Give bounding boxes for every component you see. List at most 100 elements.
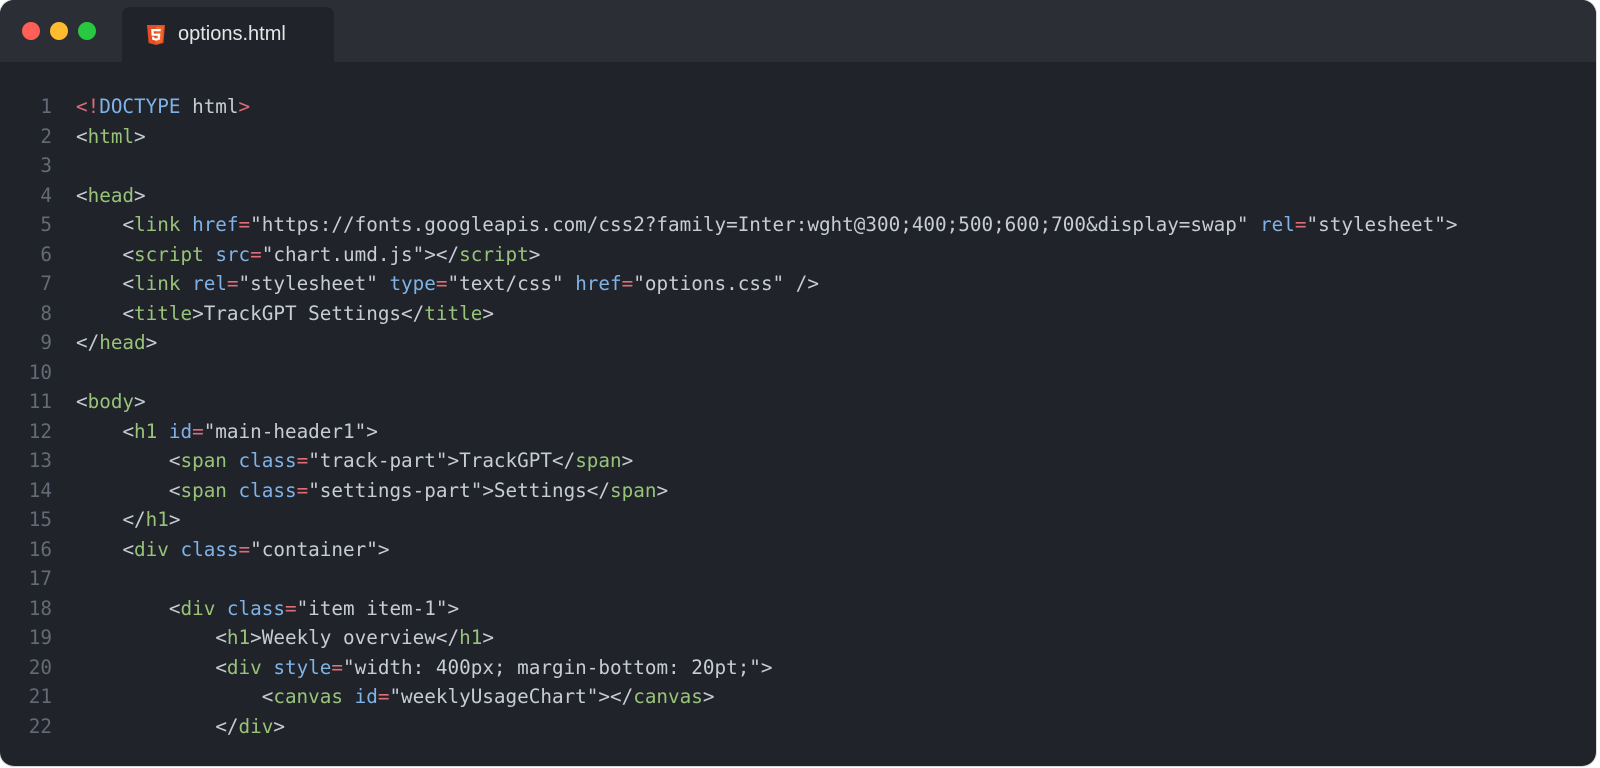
code-line: 17 <box>0 564 1596 594</box>
token-punct: < <box>215 655 227 679</box>
line-number: 11 <box>28 390 52 413</box>
tab-options-html[interactable]: options.html <box>122 7 334 62</box>
token-attr: type <box>389 272 436 295</box>
code-line: 1 <!DOCTYPE html> <box>0 92 1596 122</box>
line-number: 16 <box>28 537 52 561</box>
code-line: 6 <script src="chart.umd.js"></script> <box>0 240 1596 270</box>
token-tag: head <box>87 183 135 207</box>
token-text: Weekly overview <box>261 626 436 649</box>
tab-label: options.html <box>178 23 286 45</box>
token-tag: span <box>575 449 622 472</box>
line-number: 14 <box>28 478 52 502</box>
token-tag: canvas <box>273 685 343 708</box>
token-text: html <box>180 95 239 118</box>
token-punct: > <box>134 390 146 413</box>
token-punct: < <box>168 449 181 472</box>
line-number: 22 <box>28 714 52 738</box>
html5-icon <box>147 24 165 45</box>
token-tag: h1 <box>226 626 251 649</box>
token-punct: > <box>273 714 285 738</box>
token-tag: div <box>134 537 169 561</box>
minimize-button[interactable] <box>50 22 68 40</box>
token-str: "stylesheet" <box>238 272 378 295</box>
code-line: 11 <body> <box>0 387 1596 417</box>
token-eq: = <box>296 478 309 502</box>
token-punct: </ <box>586 478 611 502</box>
token-eq: = <box>238 537 251 561</box>
token-tag: html <box>87 124 135 148</box>
token-str: "track-part" <box>308 449 448 472</box>
token-str: "main-header1" <box>203 419 367 443</box>
token-eq: = <box>192 419 204 443</box>
token-punct: > <box>192 301 204 325</box>
code-text: <span class="track-part">TrackGPT</span> <box>76 446 633 476</box>
token-tag: h1 <box>145 508 169 531</box>
token-str: "settings-part" <box>308 478 483 502</box>
token-str: "item item-1" <box>296 596 448 620</box>
line-number: 2 <box>40 124 52 148</box>
token-attr: class <box>226 596 285 620</box>
token-punct: < <box>122 242 135 266</box>
token-eq: = <box>377 685 390 708</box>
code-text: <canvas id="weeklyUsageChart"></canvas> <box>76 682 715 712</box>
code-line: 19 <h1>Weekly overview</h1> <box>0 623 1596 653</box>
token-eq: = <box>250 242 262 266</box>
maximize-button[interactable] <box>78 22 96 40</box>
code-line: 18 <div class="item item-1"> <box>0 594 1596 624</box>
token-tag: title <box>424 301 483 325</box>
code-line: 4 <head> <box>0 181 1596 211</box>
token-tag: div <box>180 596 216 620</box>
token-punct: > <box>482 626 494 649</box>
code-text: <head> <box>76 181 146 211</box>
token-punct: </ <box>215 714 239 738</box>
token-text: Settings <box>493 478 587 502</box>
line-number: 1 <box>40 95 52 118</box>
token-bang: <! <box>76 95 100 118</box>
token-attr: class <box>238 449 297 472</box>
code-text: <script src="chart.umd.js"></script> <box>76 240 540 270</box>
token-attr: class <box>180 537 239 561</box>
code-line: 15 </h1> <box>0 505 1596 535</box>
code-text: <html> <box>76 122 146 152</box>
close-button[interactable] <box>22 22 40 40</box>
token-attr: rel <box>192 272 227 295</box>
token-punct: </ <box>551 449 576 472</box>
code-line: 7 <link rel="stylesheet" type="text/css"… <box>0 269 1596 299</box>
line-number: 15 <box>28 508 52 531</box>
token-tag: h1 <box>134 419 158 443</box>
token-tag: span <box>180 449 227 472</box>
token-punct: </ <box>76 331 100 354</box>
token-tag: div <box>238 714 274 738</box>
token-punct: > <box>1445 213 1458 236</box>
token-punct: </ <box>435 626 460 649</box>
token-eq: = <box>226 272 239 295</box>
line-number: 12 <box>28 419 52 443</box>
code-line: 2 <html> <box>0 122 1596 152</box>
token-punct: > <box>377 537 390 561</box>
code-text: </h1> <box>76 505 180 535</box>
code-line: 21 <canvas id="weeklyUsageChart"></canva… <box>0 682 1596 712</box>
token-tag: link <box>134 213 181 236</box>
token-punct: < <box>76 124 88 148</box>
token-punct: < <box>122 272 135 295</box>
token-attr: style <box>273 655 332 679</box>
code-editor[interactable]: 1 <!DOCTYPE html> 2 <html> 3 4 <head> 5 <link h… <box>0 92 1596 741</box>
token-tag: head <box>99 331 146 354</box>
line-number: 5 <box>40 213 52 236</box>
token-tag: script <box>459 242 529 266</box>
token-bang: > <box>238 95 251 118</box>
token-punct: > <box>482 478 494 502</box>
